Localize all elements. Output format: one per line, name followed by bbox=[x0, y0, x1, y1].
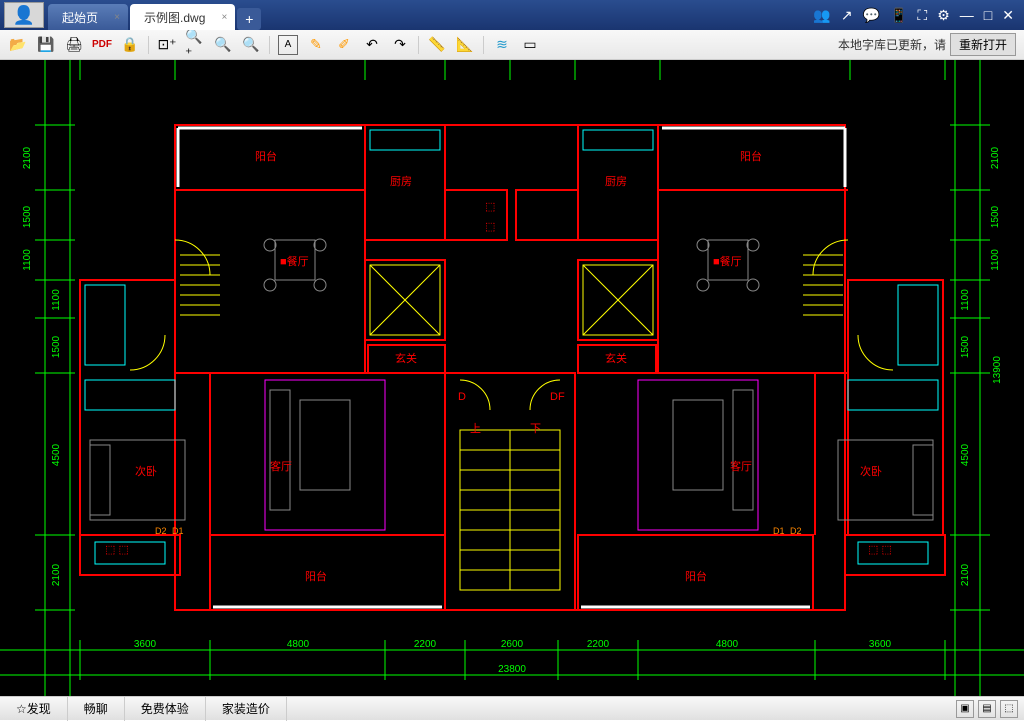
mobile-icon[interactable]: 📱 bbox=[890, 7, 907, 24]
label-dining: ■餐厅 bbox=[280, 254, 309, 268]
svg-text:D1: D1 bbox=[773, 526, 785, 536]
layers-icon[interactable]: ≋ bbox=[492, 35, 512, 55]
svg-text:1100: 1100 bbox=[960, 289, 971, 311]
save-icon[interactable]: 💾 bbox=[36, 35, 56, 55]
label-entrance: 玄关 bbox=[395, 351, 417, 365]
svg-text:2100: 2100 bbox=[51, 563, 62, 586]
svg-text:23800: 23800 bbox=[498, 664, 526, 675]
pdf-icon[interactable]: PDF bbox=[92, 35, 112, 55]
svg-text:⬚ ⬚: ⬚ ⬚ bbox=[105, 544, 129, 556]
label-balcony: 阳台 bbox=[740, 149, 762, 163]
label-balcony: 阳台 bbox=[685, 569, 707, 583]
close-icon[interactable]: × bbox=[222, 12, 228, 23]
label-kitchen: 厨房 bbox=[605, 175, 627, 188]
label-balcony: 阳台 bbox=[305, 569, 327, 583]
svg-text:2100: 2100 bbox=[960, 563, 971, 586]
svg-text:⬚ ⬚: ⬚ ⬚ bbox=[868, 544, 892, 556]
svg-text:3600: 3600 bbox=[869, 639, 892, 650]
label-entrance: 玄关 bbox=[605, 351, 627, 365]
minimize-icon[interactable]: — bbox=[960, 7, 974, 24]
label-balcony: 阳台 bbox=[255, 149, 277, 163]
tab-trial[interactable]: 免费体验 bbox=[125, 697, 206, 721]
svg-text:1100: 1100 bbox=[22, 249, 33, 271]
zoom-extents-icon[interactable]: 🔍 bbox=[241, 35, 261, 55]
layout-icon[interactable]: ▭ bbox=[520, 35, 540, 55]
tab-file[interactable]: 示例图.dwg× bbox=[130, 4, 235, 30]
zoom-window-icon[interactable]: ⊡⁺ bbox=[157, 35, 177, 55]
tab-renovation[interactable]: 家装造价 bbox=[206, 697, 287, 721]
label-bedroom2: 次卧 bbox=[135, 464, 157, 478]
zoom-out-icon[interactable]: 🔍 bbox=[213, 35, 233, 55]
measure-icon[interactable]: 📏 bbox=[427, 35, 447, 55]
svg-text:2600: 2600 bbox=[501, 639, 524, 650]
close-window-icon[interactable]: ✕ bbox=[1002, 7, 1014, 24]
bottom-bar: ☆ 发现 畅聊 免费体验 家装造价 ▣ ▤ ⬚ bbox=[0, 696, 1024, 720]
svg-text:1100: 1100 bbox=[51, 289, 62, 311]
text-icon[interactable]: A bbox=[278, 35, 298, 55]
svg-text:4800: 4800 bbox=[287, 639, 310, 650]
redo-icon[interactable]: ↷ bbox=[390, 35, 410, 55]
svg-text:4500: 4500 bbox=[51, 443, 62, 466]
lock-icon[interactable]: 🔒 bbox=[120, 35, 140, 55]
user-avatar[interactable]: 👤 bbox=[4, 2, 44, 28]
svg-text:D2: D2 bbox=[790, 526, 802, 536]
label-living: 客厅 bbox=[730, 459, 752, 473]
layout-nav-icon[interactable]: ⬚ bbox=[1000, 700, 1018, 718]
reopen-button[interactable]: 重新打开 bbox=[950, 33, 1016, 56]
close-icon[interactable]: × bbox=[114, 12, 120, 23]
svg-text:D2: D2 bbox=[155, 526, 167, 536]
svg-text:D: D bbox=[458, 391, 466, 403]
svg-text:D1: D1 bbox=[172, 526, 184, 536]
maximize-icon[interactable]: □ bbox=[984, 7, 992, 24]
model-space-icon[interactable]: ▣ bbox=[956, 700, 974, 718]
svg-text:1500: 1500 bbox=[22, 205, 33, 228]
svg-text:2200: 2200 bbox=[587, 639, 610, 650]
print-icon[interactable]: 🖨 bbox=[64, 35, 84, 55]
export-icon[interactable]: ↗ bbox=[841, 7, 853, 24]
label-down: 下 bbox=[530, 423, 541, 435]
status-message: 本地字库已更新，请 bbox=[838, 36, 946, 53]
drawing-canvas[interactable]: 阳台 阳台 厨房 厨房 ■餐厅 ■餐厅 玄关 玄关 客厅 客厅 次卧 次卧 阳台… bbox=[0, 60, 1024, 696]
label-up: 上 bbox=[470, 422, 481, 435]
highlight-icon[interactable]: ✐ bbox=[334, 35, 354, 55]
svg-text:⬚: ⬚ bbox=[485, 201, 495, 213]
svg-text:1100: 1100 bbox=[990, 249, 1001, 271]
svg-text:DF: DF bbox=[550, 391, 565, 403]
svg-text:13900: 13900 bbox=[992, 356, 1003, 384]
svg-text:1500: 1500 bbox=[990, 205, 1001, 228]
paper-space-icon[interactable]: ▤ bbox=[978, 700, 996, 718]
add-tab-button[interactable]: + bbox=[237, 8, 261, 30]
tab-chat[interactable]: 畅聊 bbox=[68, 697, 125, 721]
tab-start[interactable]: 起始页× bbox=[48, 4, 128, 30]
zoom-in-icon[interactable]: 🔍⁺ bbox=[185, 35, 205, 55]
svg-text:4500: 4500 bbox=[960, 443, 971, 466]
undo-icon[interactable]: ↶ bbox=[362, 35, 382, 55]
share-icon[interactable]: 👥 bbox=[813, 7, 830, 24]
label-kitchen: 厨房 bbox=[390, 175, 412, 188]
svg-text:2200: 2200 bbox=[414, 639, 437, 650]
label-bedroom2: 次卧 bbox=[860, 464, 882, 478]
svg-text:4800: 4800 bbox=[716, 639, 739, 650]
measure2-icon[interactable]: 📐 bbox=[455, 35, 475, 55]
svg-text:2100: 2100 bbox=[22, 146, 33, 169]
label-dining: ■餐厅 bbox=[713, 254, 742, 268]
settings-icon[interactable]: ⚙ bbox=[937, 7, 950, 24]
svg-text:1500: 1500 bbox=[51, 335, 62, 358]
svg-text:1500: 1500 bbox=[960, 335, 971, 358]
svg-text:⬚: ⬚ bbox=[485, 221, 495, 233]
open-icon[interactable]: 📂 bbox=[8, 35, 28, 55]
main-toolbar: 📂 💾 🖨 PDF 🔒 ⊡⁺ 🔍⁺ 🔍 🔍 A ✎ ✐ ↶ ↷ 📏 📐 ≋ ▭ … bbox=[0, 30, 1024, 60]
svg-text:3600: 3600 bbox=[134, 639, 157, 650]
pencil-icon[interactable]: ✎ bbox=[306, 35, 326, 55]
label-living: 客厅 bbox=[270, 459, 292, 473]
wechat-icon[interactable]: 💬 bbox=[863, 7, 880, 24]
fullscreen-icon[interactable]: ⛶ bbox=[917, 7, 927, 24]
document-tabs: 起始页× 示例图.dwg× + bbox=[48, 0, 803, 30]
svg-text:2100: 2100 bbox=[990, 146, 1001, 169]
tab-discover[interactable]: ☆ 发现 bbox=[0, 697, 68, 721]
